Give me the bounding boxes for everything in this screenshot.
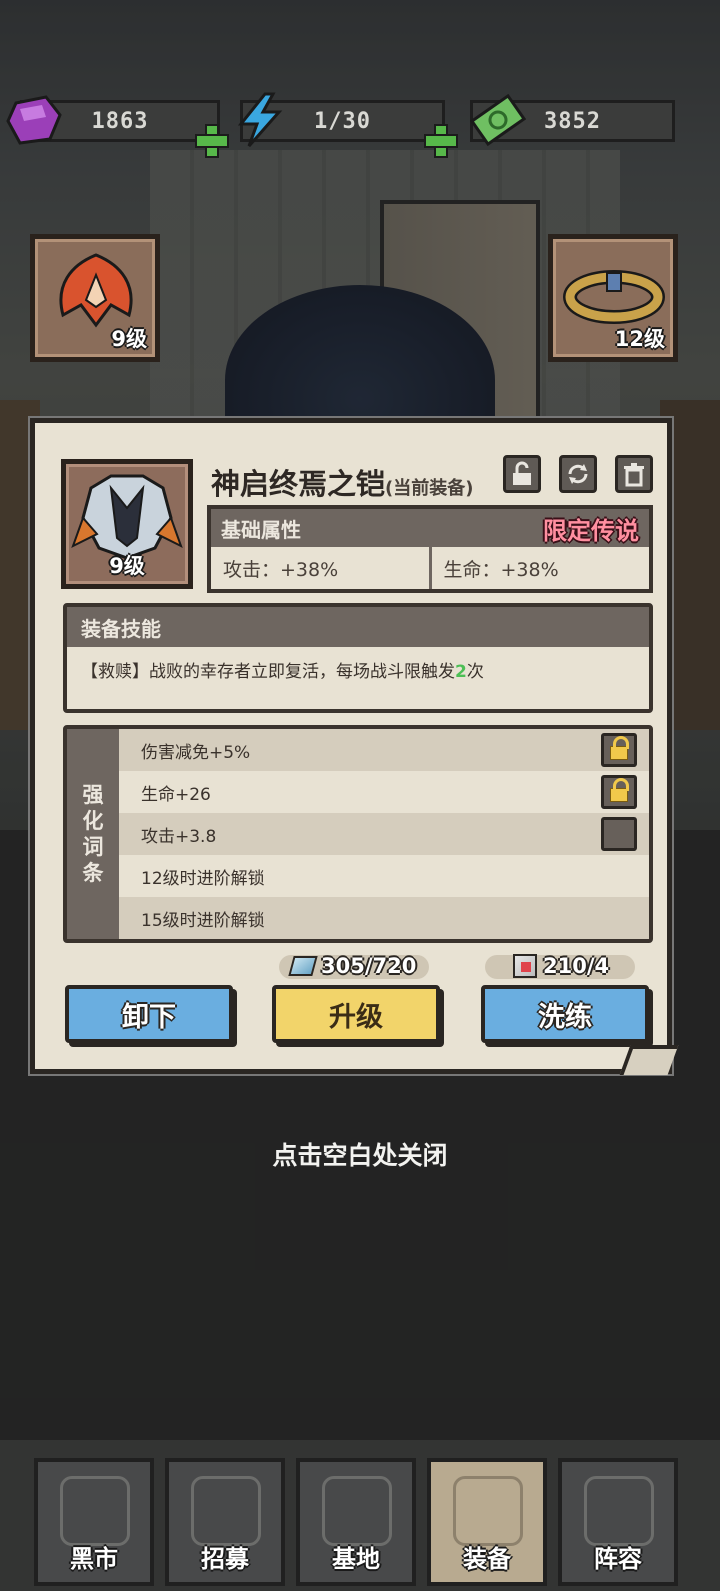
trash-icon	[624, 463, 644, 487]
paper-corner	[619, 1045, 679, 1075]
refresh-icon	[568, 464, 588, 484]
basic-attributes: 基础属性 限定传说 攻击：+38% 生命：+38%	[207, 505, 653, 593]
cube-cost: 210/4	[513, 953, 609, 979]
affix-row: 生命+26	[119, 771, 649, 813]
gem-icon	[6, 92, 62, 148]
nav-label: 基地	[332, 1545, 380, 1573]
close-hint: 点击空白处关闭	[272, 1141, 448, 1170]
squad-icon	[584, 1476, 654, 1546]
nav-equipment[interactable]: 装备	[427, 1458, 547, 1586]
affix-lock-button[interactable]	[601, 775, 637, 809]
slot-level: 12级	[614, 327, 665, 351]
equipment-skill: 装备技能 【救赎】战败的幸存者立即复活，每场战斗限触发2次	[63, 603, 653, 713]
enhancement-label-char: 条	[82, 861, 104, 885]
item-name: 神启终焉之铠	[211, 467, 386, 501]
unlock-toggle-button[interactable]	[503, 455, 541, 493]
unlock-icon	[513, 461, 531, 485]
nav-label: 装备	[463, 1545, 511, 1573]
skill-description: 【救赎】战败的幸存者立即复活，每场战斗限触发2次	[67, 647, 649, 692]
reforge-button[interactable]: 洗练	[481, 985, 649, 1043]
skill-trigger-count: 2	[455, 662, 467, 682]
padlock-icon	[610, 736, 629, 760]
crystal-cost-value: 305/720	[321, 954, 417, 978]
add-gems-button[interactable]	[195, 124, 229, 158]
affix-lock-button[interactable]	[601, 733, 637, 767]
affix-text: 伤害减免+5%	[141, 742, 251, 763]
attack-attribute: 攻击：+38%	[223, 558, 339, 581]
affix-list: 伤害减免+5% 生命+26 攻击+3.8 12级时进阶解锁 15级时进阶解锁	[119, 729, 649, 939]
cube-cost-value: 210/4	[543, 954, 610, 978]
equipment-slot-weapon[interactable]: 9级	[30, 234, 160, 362]
energy-count: 1/30	[314, 108, 371, 134]
attribute-row: 攻击：+38% 生命：+38%	[211, 547, 649, 589]
cards-icon	[191, 1476, 261, 1546]
item-actions	[503, 455, 653, 493]
item-level: 9级	[109, 554, 145, 578]
enhancement-label-char: 强	[82, 783, 104, 807]
enhancement-label-char: 词	[82, 835, 104, 859]
item-title: 神启终焉之铠(当前装备)	[211, 461, 473, 503]
enhancement-label-char: 化	[82, 809, 104, 833]
armor-set-icon	[453, 1476, 523, 1546]
nav-label: 黑市	[70, 1545, 118, 1573]
gem-count: 1863	[91, 108, 149, 134]
affix-row-locked: 15级时进阶解锁	[119, 897, 649, 939]
crystal-icon	[288, 956, 318, 976]
nav-lineup[interactable]: 阵容	[558, 1458, 678, 1586]
enhancement-label: 强 化 词 条	[67, 729, 119, 939]
equipment-slot-ring[interactable]: 12级	[548, 234, 678, 362]
equipped-status: (当前装备)	[385, 478, 474, 499]
affix-unlock-hint: 15级时进阶解锁	[141, 910, 265, 931]
affix-row: 伤害减免+5%	[119, 729, 649, 771]
affix-unlock-hint: 12级时进阶解锁	[141, 868, 265, 889]
cube-icon	[513, 954, 537, 978]
unequip-button[interactable]: 卸下	[65, 985, 233, 1043]
equipment-detail-popup: 9级 神启终焉之铠(当前装备) 基础属性 限定传说 攻击：+38% 生命：+38…	[30, 418, 679, 1075]
slot-level: 9级	[111, 327, 147, 351]
affix-row: 攻击+3.8	[119, 813, 649, 855]
lightning-icon	[232, 92, 288, 148]
dismantle-button[interactable]	[615, 455, 653, 493]
nav-label: 招募	[201, 1545, 249, 1573]
skill-title: 装备技能	[67, 607, 649, 647]
enhancement-affixes: 强 化 词 条 伤害减免+5% 生命+26 攻击+3.8 12级时进阶解锁 15…	[63, 725, 653, 943]
affix-text: 攻击+3.8	[141, 826, 217, 847]
nav-recruit[interactable]: 招募	[165, 1458, 285, 1586]
hp-attribute: 生命：+38%	[428, 547, 650, 589]
nav-label: 阵容	[594, 1545, 642, 1573]
fortress-icon	[322, 1476, 392, 1546]
basic-attributes-title: 基础属性	[221, 517, 301, 542]
skill-text: 【救赎】战败的幸存者立即复活，每场战斗限触发	[81, 662, 455, 682]
basic-attributes-header: 基础属性 限定传说	[211, 509, 649, 547]
skill-text-suffix: 次	[466, 662, 484, 682]
crystal-cost: 305/720	[288, 953, 417, 979]
item-portrait: 9级	[61, 459, 193, 589]
nav-base[interactable]: 基地	[296, 1458, 416, 1586]
swap-button[interactable]	[559, 455, 597, 493]
money-bag-icon	[60, 1476, 130, 1546]
add-energy-button[interactable]	[424, 124, 458, 158]
affix-lock-button[interactable]	[601, 817, 637, 851]
affix-row-locked: 12级时进阶解锁	[119, 855, 649, 897]
bottom-nav: 黑市 招募 基地 装备 阵容	[0, 1440, 720, 1591]
upgrade-button[interactable]: 升级	[272, 985, 440, 1043]
affix-text: 生命+26	[141, 784, 211, 805]
cash-count: 3852	[544, 108, 601, 134]
nav-black-market[interactable]: 黑市	[34, 1458, 154, 1586]
rarity-badge: 限定传说	[543, 516, 639, 545]
padlock-icon	[610, 778, 629, 802]
banknote-icon	[470, 92, 526, 148]
